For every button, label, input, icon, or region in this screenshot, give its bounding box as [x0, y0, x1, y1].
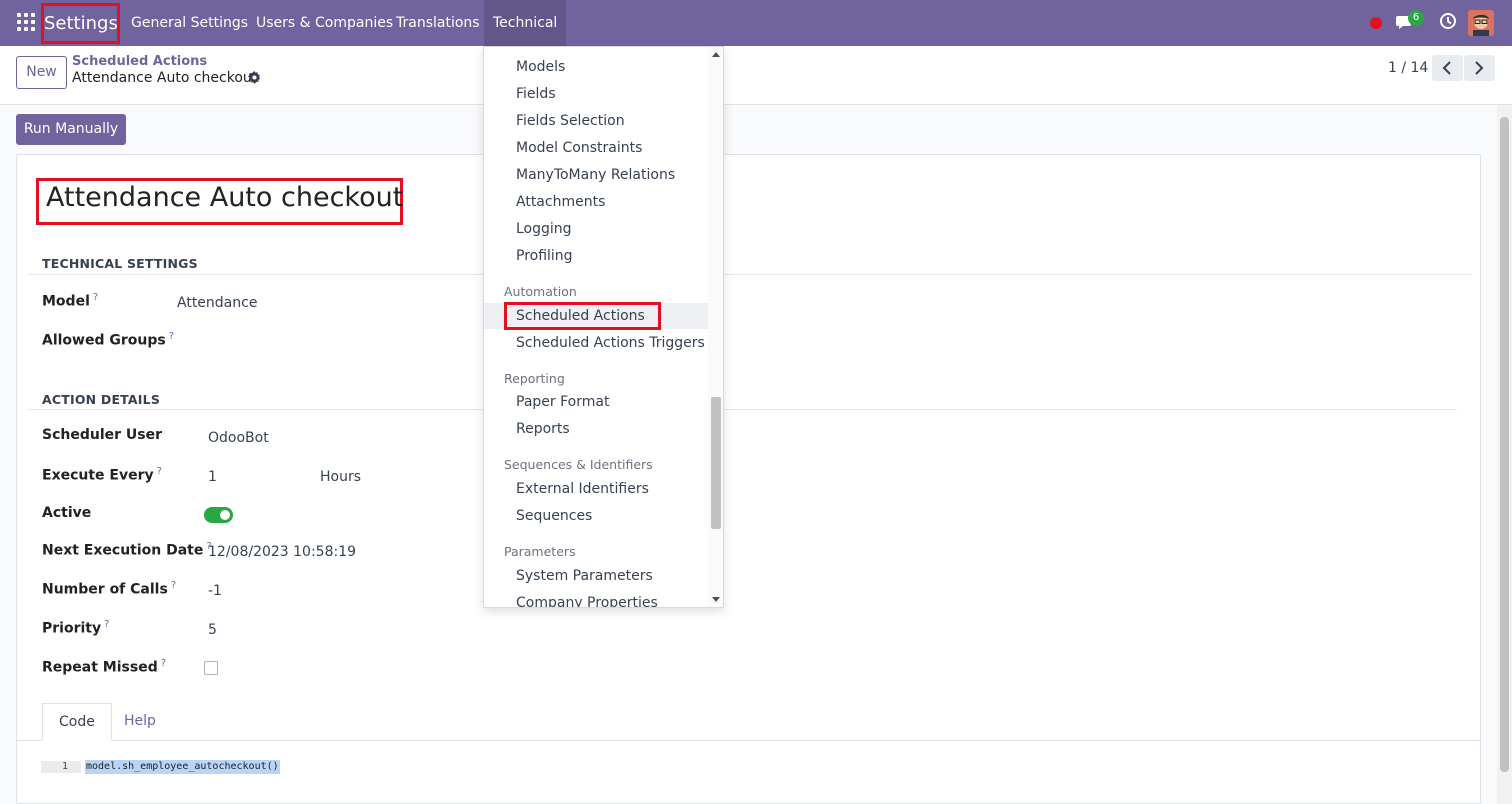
menu-users-companies[interactable]: Users & Companies [256, 0, 393, 46]
tab-code[interactable]: Code [42, 703, 112, 741]
menu-header-parameters: Parameters [504, 544, 576, 559]
menu-item-external-identifiers[interactable]: External Identifiers [516, 481, 649, 497]
menu-item-attachments[interactable]: Attachments [516, 194, 605, 210]
allowed-groups-label: Allowed Groups? [42, 331, 175, 349]
scheduler-user-label: Scheduler User [42, 427, 163, 443]
menu-item-sequences[interactable]: Sequences [516, 508, 592, 524]
menu-item-paper-format[interactable]: Paper Format [516, 394, 609, 410]
app-title-settings[interactable]: Settings [41, 3, 120, 44]
repeat-missed-checkbox[interactable] [204, 661, 218, 675]
menu-technical[interactable]: Technical [484, 0, 567, 46]
scroll-down-arrow-icon[interactable] [712, 597, 720, 602]
execute-every-label: Execute Every? [42, 466, 162, 484]
number-of-calls-value[interactable]: -1 [208, 583, 222, 599]
menu-header-sequences-identifiers: Sequences & Identifiers [504, 457, 653, 472]
recording-dot-icon[interactable] [1370, 17, 1382, 29]
menu-item-many-to-many-relations[interactable]: ManyToMany Relations [516, 167, 675, 183]
active-label: Active [42, 505, 92, 521]
section-technical-settings: TECHNICAL SETTINGS [42, 256, 198, 271]
pager-previous-button[interactable] [1432, 55, 1463, 81]
menu-item-reports[interactable]: Reports [516, 421, 570, 437]
scheduled-actions-highlight-box [504, 302, 661, 330]
menu-item-company-properties[interactable]: Company Properties [516, 595, 658, 607]
scroll-thumb[interactable] [711, 397, 721, 529]
menu-item-scheduled-actions-triggers[interactable]: Scheduled Actions Triggers [516, 335, 705, 351]
tabs-divider [17, 740, 1480, 741]
technical-dropdown-menu: Models Fields Fields Selection Model Con… [483, 46, 724, 608]
menu-item-models[interactable]: Models [516, 59, 565, 75]
section-divider [27, 409, 1457, 410]
priority-value[interactable]: 5 [208, 622, 217, 638]
control-panel: New Scheduled Actions Attendance Auto ch… [0, 46, 1512, 105]
model-label: Model? [42, 292, 99, 310]
new-button[interactable]: New [16, 56, 67, 89]
menu-item-system-parameters[interactable]: System Parameters [516, 568, 653, 584]
menu-item-logging[interactable]: Logging [516, 221, 572, 237]
menu-translations[interactable]: Translations [396, 0, 480, 46]
apps-grid-icon[interactable] [17, 13, 35, 31]
menu-general-settings[interactable]: General Settings [131, 0, 248, 46]
active-toggle[interactable] [204, 507, 233, 523]
scroll-up-arrow-icon[interactable] [712, 52, 720, 57]
priority-label: Priority? [42, 619, 110, 637]
allowed-groups-field[interactable] [177, 331, 477, 351]
top-navbar: Settings General Settings Users & Compan… [0, 0, 1512, 46]
chevron-right-icon [1475, 61, 1484, 75]
execute-every-value[interactable]: 1 [208, 469, 217, 485]
dropdown-scrollbar[interactable] [708, 47, 723, 607]
section-action-details: ACTION DETAILS [42, 392, 161, 407]
menu-item-fields-selection[interactable]: Fields Selection [516, 113, 625, 129]
menu-item-model-constraints[interactable]: Model Constraints [516, 140, 642, 156]
section-divider [27, 274, 1472, 275]
user-avatar[interactable] [1468, 10, 1494, 36]
menu-header-automation: Automation [504, 284, 577, 299]
breadcrumb-current: Attendance Auto checkout [72, 70, 258, 86]
breadcrumb-parent-link[interactable]: Scheduled Actions [72, 54, 207, 69]
tab-help[interactable]: Help [108, 703, 172, 741]
code-line-number: 1 [41, 761, 81, 773]
chevron-left-icon [1442, 61, 1451, 75]
pager-value[interactable]: 1 / 14 [1388, 60, 1428, 76]
number-of-calls-label: Number of Calls? [42, 580, 177, 598]
clock-icon[interactable] [1439, 12, 1457, 34]
pager-next-button[interactable] [1464, 55, 1495, 81]
next-execution-date-label: Next Execution Date? [42, 541, 212, 559]
scheduler-user-value[interactable]: OdooBot [208, 430, 269, 446]
menu-item-fields[interactable]: Fields [516, 86, 556, 102]
form-sheet: Attendance Auto checkout TECHNICAL SETTI… [16, 154, 1481, 804]
run-manually-button[interactable]: Run Manually [16, 114, 126, 145]
gear-icon[interactable] [248, 71, 261, 88]
menu-header-reporting: Reporting [504, 371, 565, 386]
repeat-missed-label: Repeat Missed? [42, 658, 167, 676]
code-editor-line[interactable]: model.sh_employee_autocheckout() [85, 760, 280, 774]
record-title-input[interactable]: Attendance Auto checkout [46, 182, 403, 213]
execute-every-unit[interactable]: Hours [320, 469, 361, 485]
model-value[interactable]: Attendance [177, 295, 257, 311]
chat-count-badge: 6 [1408, 10, 1424, 26]
menu-item-profiling[interactable]: Profiling [516, 248, 573, 264]
page-scrollbar[interactable] [1497, 105, 1512, 804]
next-execution-date-value[interactable]: 12/08/2023 10:58:19 [208, 544, 356, 560]
